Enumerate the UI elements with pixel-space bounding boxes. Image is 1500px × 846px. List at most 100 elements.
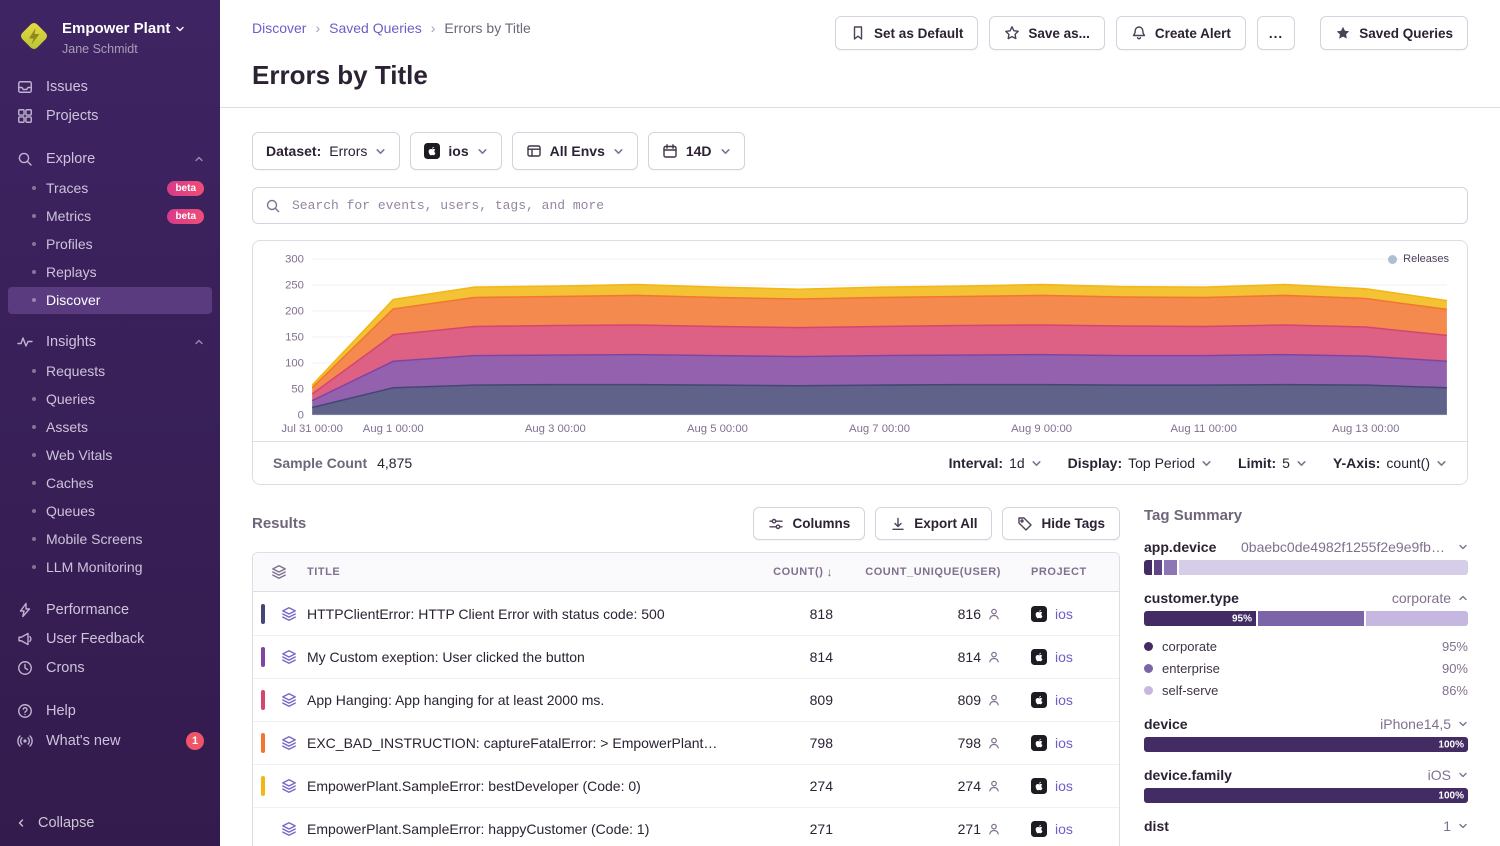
row-title[interactable]: EXC_BAD_INSTRUCTION: captureFatalError: … <box>307 735 737 751</box>
sidebar-section-explore[interactable]: Explore <box>0 145 220 174</box>
sidebar-item-metrics[interactable]: Metricsbeta <box>8 203 212 230</box>
row-unique-count: 271 <box>958 821 981 837</box>
chart-legend[interactable]: Releases <box>1388 253 1449 265</box>
limit-selector[interactable]: Limit: 5 <box>1238 455 1307 471</box>
column-count-unique[interactable]: COUNT_UNIQUE(USER) <box>865 566 1009 578</box>
set-as-default-button[interactable]: Set as Default <box>835 16 978 50</box>
breadcrumb-discover[interactable]: Discover <box>252 20 306 36</box>
tag-header[interactable]: dist1 <box>1144 818 1468 834</box>
row-project-link[interactable]: ios <box>1009 821 1119 837</box>
tag-header[interactable]: device.familyiOS <box>1144 767 1468 783</box>
table-row[interactable]: EmpowerPlant.SampleError: happyCustomer … <box>253 807 1119 846</box>
sidebar-item-caches[interactable]: Caches <box>8 470 212 497</box>
columns-button[interactable]: Columns <box>753 507 865 540</box>
create-alert-button[interactable]: Create Alert <box>1116 16 1246 50</box>
tag-header[interactable]: deviceiPhone14,5 <box>1144 716 1468 732</box>
tag-bar-segment[interactable]: 100% <box>1144 788 1468 803</box>
save-as-button[interactable]: Save as... <box>989 16 1105 50</box>
sidebar-item-user-feedback[interactable]: User Feedback <box>0 625 220 654</box>
tag-value-row[interactable]: enterprise90% <box>1144 657 1468 679</box>
tag-distribution-bar: 100% <box>1144 788 1468 803</box>
row-title[interactable]: EmpowerPlant.SampleError: happyCustomer … <box>307 821 737 837</box>
primary-nav: IssuesProjects <box>0 73 220 131</box>
series-color-chip <box>261 733 265 753</box>
sidebar-item-profiles[interactable]: Profiles <box>8 231 212 258</box>
bullet-dot <box>32 242 36 246</box>
table-row[interactable]: App Hanging: App hanging for at least 20… <box>253 678 1119 721</box>
column-title[interactable]: TITLE <box>307 566 737 578</box>
series-color-chip <box>261 604 265 624</box>
tag-bar-segment[interactable]: 95% <box>1144 611 1256 626</box>
sidebar-item-issues[interactable]: Issues <box>0 73 220 102</box>
tag-bar-segment[interactable] <box>1179 560 1468 575</box>
tag-value-row[interactable]: self-serve86% <box>1144 679 1468 701</box>
sidebar-item-what-s-new[interactable]: What's new1 <box>0 726 220 757</box>
releases-legend-dot <box>1388 255 1397 264</box>
date-range-selector[interactable]: 14D <box>648 132 745 170</box>
stacked-area-chart[interactable]: 050100150200250300Jul 31 00:00Aug 1 00:0… <box>269 251 1451 439</box>
bullet-dot <box>32 397 36 401</box>
column-project[interactable]: PROJECT <box>1009 566 1119 578</box>
breadcrumb-saved-queries[interactable]: Saved Queries <box>306 20 421 36</box>
export-all-button[interactable]: Export All <box>875 507 992 540</box>
table-row[interactable]: My Custom exeption: User clicked the but… <box>253 635 1119 678</box>
header-actions: Set as Default Save as... Create Alert .… <box>835 16 1468 50</box>
row-title[interactable]: App Hanging: App hanging for at least 20… <box>307 692 737 708</box>
display-selector[interactable]: Display: Top Period <box>1068 455 1212 471</box>
row-project-link[interactable]: ios <box>1009 735 1119 751</box>
table-row[interactable]: EXC_BAD_INSTRUCTION: captureFatalError: … <box>253 721 1119 764</box>
row-project-link[interactable]: ios <box>1009 649 1119 665</box>
sidebar-item-help[interactable]: Help <box>0 697 220 726</box>
row-project-link[interactable]: ios <box>1009 692 1119 708</box>
sidebar-item-discover[interactable]: Discover <box>8 287 212 314</box>
sidebar-item-traces[interactable]: Tracesbeta <box>8 175 212 202</box>
sidebar-item-requests[interactable]: Requests <box>8 358 212 385</box>
svg-text:Aug 7 00:00: Aug 7 00:00 <box>849 423 910 435</box>
row-project-link[interactable]: ios <box>1009 606 1119 622</box>
table-row[interactable]: EmpowerPlant.SampleError: bestDeveloper … <box>253 764 1119 807</box>
sidebar-item-llm-monitoring[interactable]: LLM Monitoring <box>8 554 212 581</box>
bullet-dot <box>32 369 36 373</box>
sidebar-item-crons[interactable]: Crons <box>0 654 220 683</box>
row-count: 271 <box>737 821 841 837</box>
sidebar-item-replays[interactable]: Replays <box>8 259 212 286</box>
sidebar-section-insights[interactable]: Insights <box>0 328 220 357</box>
table-row[interactable]: HTTPClientError: HTTP Client Error with … <box>253 592 1119 635</box>
row-title[interactable]: HTTPClientError: HTTP Client Error with … <box>307 606 737 622</box>
tag-bar-segment[interactable]: 100% <box>1144 737 1468 752</box>
row-title[interactable]: My Custom exeption: User clicked the but… <box>307 649 737 665</box>
org-switcher[interactable]: Empower Plant Jane Schmidt <box>0 12 220 73</box>
yaxis-selector[interactable]: Y-Axis: count() <box>1333 455 1447 471</box>
sidebar-item-performance[interactable]: Performance <box>0 596 220 625</box>
sidebar-item-queries[interactable]: Queries <box>8 386 212 413</box>
project-selector[interactable]: ios <box>410 132 501 170</box>
column-count[interactable]: COUNT()↓ <box>737 565 841 579</box>
hide-tags-button[interactable]: Hide Tags <box>1002 507 1120 540</box>
tag-bar-segment[interactable] <box>1258 611 1364 626</box>
tag-bar-segment[interactable] <box>1154 560 1162 575</box>
sidebar-item-queues[interactable]: Queues <box>8 498 212 525</box>
tag-bar-segment[interactable] <box>1164 560 1177 575</box>
row-project-link[interactable]: ios <box>1009 778 1119 794</box>
sidebar-collapse-button[interactable]: Collapse <box>0 802 220 846</box>
tag-header[interactable]: app.device0baebc0de4982f1255f2e9e9fb7… <box>1144 539 1468 555</box>
search-input[interactable] <box>290 197 1455 214</box>
dataset-selector[interactable]: Dataset: Errors <box>252 132 400 170</box>
interval-selector[interactable]: Interval: 1d <box>949 455 1042 471</box>
sidebar-item-projects[interactable]: Projects <box>0 102 220 131</box>
bullet-dot <box>32 509 36 513</box>
saved-queries-button[interactable]: Saved Queries <box>1320 16 1468 50</box>
tag-header[interactable]: customer.typecorporate <box>1144 590 1468 606</box>
row-title[interactable]: EmpowerPlant.SampleError: bestDeveloper … <box>307 778 737 794</box>
sidebar-item-web-vitals[interactable]: Web Vitals <box>8 442 212 469</box>
more-options-button[interactable]: ... <box>1257 16 1295 50</box>
tag-value-row[interactable]: corporate95% <box>1144 635 1468 657</box>
sidebar-item-mobile-screens[interactable]: Mobile Screens <box>8 526 212 553</box>
user-icon <box>987 779 1001 793</box>
sidebar-item-assets[interactable]: Assets <box>8 414 212 441</box>
tertiary-nav: HelpWhat's new1 <box>0 697 220 757</box>
tag-bar-segment[interactable] <box>1366 611 1468 626</box>
crons-icon <box>16 660 34 676</box>
tag-bar-segment[interactable] <box>1144 560 1152 575</box>
environment-selector[interactable]: All Envs <box>512 132 638 170</box>
